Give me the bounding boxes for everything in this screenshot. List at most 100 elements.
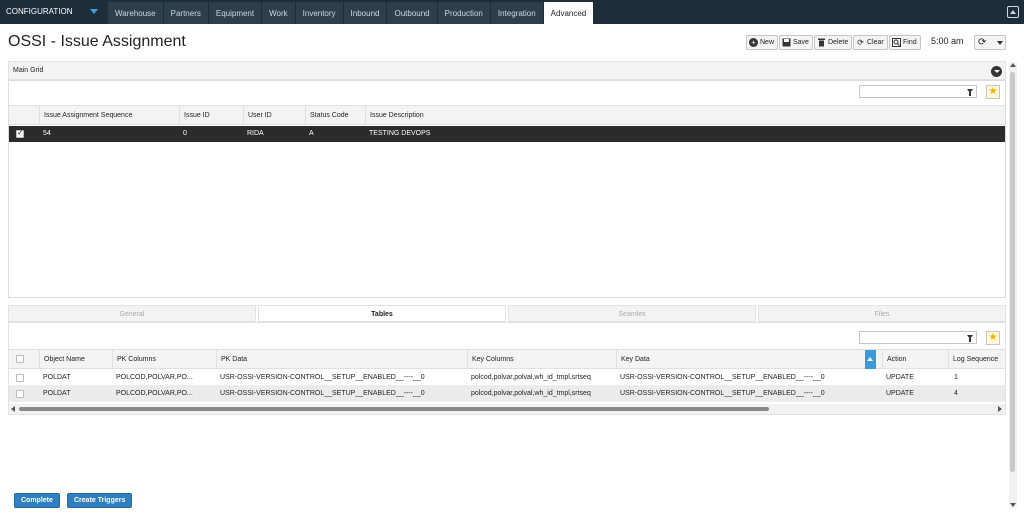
main-grid-title: Main Grid bbox=[13, 67, 44, 74]
tab-general[interactable]: General bbox=[8, 305, 256, 322]
column-header[interactable]: Issue Description bbox=[365, 106, 1005, 125]
cell: USR-OSSI-VERSION-CONTROL__SETUP__ENABLED… bbox=[620, 390, 825, 397]
column-header[interactable]: PK Data bbox=[216, 350, 467, 369]
nav-tab-outbound[interactable]: Outbound bbox=[387, 2, 438, 24]
cell: polcod,polvar,polval,wh_id_tmpl,srtseq bbox=[471, 374, 591, 381]
nav-tab-advanced[interactable]: Advanced bbox=[543, 2, 595, 24]
scrollbar-thumb[interactable] bbox=[19, 407, 769, 411]
select-all-column-header bbox=[9, 350, 39, 369]
column-header[interactable]: Status Code bbox=[305, 106, 365, 125]
tab-tables[interactable]: Tables bbox=[258, 305, 506, 322]
chevron-down-icon[interactable] bbox=[90, 9, 98, 14]
vertical-scrollbar[interactable] bbox=[1009, 62, 1017, 508]
page-title: OSSI - Issue Assignment bbox=[8, 33, 186, 50]
column-header[interactable]: Key Data bbox=[616, 350, 865, 369]
complete-button[interactable]: Complete bbox=[14, 493, 60, 508]
main-grid-header-row: Issue Assignment Sequence Issue ID User … bbox=[9, 105, 1005, 125]
column-header[interactable]: Key Columns bbox=[467, 350, 616, 369]
cell: USR-OSSI-VERSION-CONTROL__SETUP__ENABLED… bbox=[220, 374, 425, 381]
find-button[interactable]: Find bbox=[889, 35, 921, 50]
tables-grid: ★ Object Name PK Columns PK Data Key Col… bbox=[8, 322, 1006, 415]
sort-ascending-icon[interactable] bbox=[865, 350, 876, 369]
select-all-checkbox[interactable] bbox=[16, 355, 24, 363]
detail-tabs: General Tables Seamles Files bbox=[8, 305, 1006, 322]
module-selector[interactable]: CONFIGURATION bbox=[0, 0, 106, 24]
column-header[interactable]: Log Sequence bbox=[948, 350, 1007, 369]
find-icon bbox=[892, 38, 901, 47]
tab-seamles[interactable]: Seamles bbox=[508, 305, 756, 322]
cell: 4 bbox=[954, 390, 958, 397]
nav-tab-equipment[interactable]: Equipment bbox=[208, 2, 263, 24]
cell: RIDA bbox=[247, 130, 264, 137]
create-triggers-button[interactable]: Create Triggers bbox=[67, 493, 133, 508]
nav-tab-work[interactable]: Work bbox=[262, 2, 296, 24]
column-header[interactable]: User ID bbox=[243, 106, 305, 125]
column-header[interactable]: Issue Assignment Sequence bbox=[39, 106, 179, 125]
cell: POLDAT bbox=[43, 374, 71, 381]
module-tabs: Warehouse Partners Equipment Work Invent… bbox=[108, 2, 595, 24]
filter-icon[interactable] bbox=[967, 89, 973, 96]
cell: 0 bbox=[183, 130, 187, 137]
cell: UPDATE bbox=[886, 390, 914, 397]
favorite-star-icon[interactable]: ★ bbox=[986, 85, 1000, 99]
nav-tab-integration[interactable]: Integration bbox=[490, 2, 544, 24]
cell: polcod,polvar,polval,wh_id_tmpl,srtseq bbox=[471, 390, 591, 397]
refresh-icon: ⟳ bbox=[978, 37, 987, 48]
tables-grid-filter-input[interactable] bbox=[859, 331, 977, 344]
new-button[interactable]: + New bbox=[746, 35, 779, 50]
clear-icon: ⟳ bbox=[857, 38, 864, 47]
cell: UPDATE bbox=[886, 374, 914, 381]
clear-button-label: Clear bbox=[867, 39, 884, 46]
scroll-down-icon[interactable] bbox=[1010, 503, 1016, 507]
new-button-label: New bbox=[760, 39, 775, 46]
nav-tab-partners[interactable]: Partners bbox=[163, 2, 209, 24]
main-grid: ★ Issue Assignment Sequence Issue ID Use… bbox=[8, 80, 1006, 298]
filter-icon[interactable] bbox=[967, 335, 973, 342]
tab-files[interactable]: Files bbox=[758, 305, 1006, 322]
main-grid-filter-input[interactable] bbox=[859, 85, 977, 98]
nav-tab-inventory[interactable]: Inventory bbox=[295, 2, 344, 24]
cell: USR-OSSI-VERSION-CONTROL__SETUP__ENABLED… bbox=[620, 374, 825, 381]
trash-icon bbox=[817, 38, 826, 47]
chevron-down-icon[interactable] bbox=[997, 41, 1003, 45]
nav-tab-warehouse[interactable]: Warehouse bbox=[108, 2, 164, 24]
delete-button-label: Delete bbox=[828, 39, 849, 46]
table-row[interactable]: 54 0 RIDA A TESTING DEVOPS bbox=[9, 126, 1005, 142]
scrollbar-thumb[interactable] bbox=[1010, 72, 1015, 472]
cell: TESTING DEVOPS bbox=[369, 130, 431, 137]
column-header[interactable]: Action bbox=[882, 350, 948, 369]
refresh-button[interactable]: ⟳ bbox=[974, 35, 1006, 50]
row-checkbox[interactable] bbox=[16, 374, 24, 382]
select-column-header bbox=[9, 106, 39, 125]
cell: POLDAT bbox=[43, 390, 71, 397]
nav-tab-inbound[interactable]: Inbound bbox=[343, 2, 388, 24]
clear-button[interactable]: ⟳ Clear bbox=[853, 35, 888, 50]
table-row[interactable]: POLDAT POLCOD,POLVAR,PO... USR-OSSI-VERS… bbox=[9, 370, 1005, 386]
favorite-star-icon[interactable]: ★ bbox=[986, 331, 1000, 345]
cell: POLCOD,POLVAR,PO... bbox=[116, 374, 193, 381]
cell: 54 bbox=[43, 130, 51, 137]
top-nav-bar: CONFIGURATION Warehouse Partners Equipme… bbox=[0, 0, 1024, 24]
column-header[interactable]: Issue ID bbox=[179, 106, 243, 125]
scroll-left-icon[interactable] bbox=[11, 406, 15, 412]
row-checkbox[interactable] bbox=[16, 390, 24, 398]
delete-button[interactable]: Delete bbox=[814, 35, 853, 50]
maximize-icon[interactable] bbox=[1007, 6, 1019, 18]
collapse-icon[interactable] bbox=[991, 66, 1002, 77]
cell: A bbox=[309, 130, 314, 137]
save-button-label: Save bbox=[793, 39, 809, 46]
scroll-up-icon[interactable] bbox=[1010, 63, 1016, 67]
save-icon bbox=[782, 38, 791, 47]
save-button[interactable]: Save bbox=[779, 35, 813, 50]
row-checkbox[interactable] bbox=[16, 128, 24, 138]
column-header[interactable]: Object Name bbox=[39, 350, 112, 369]
cell: 1 bbox=[954, 374, 958, 381]
cell: POLCOD,POLVAR,PO... bbox=[116, 390, 193, 397]
column-header[interactable]: PK Columns bbox=[112, 350, 216, 369]
horizontal-scrollbar[interactable] bbox=[9, 404, 1005, 414]
time-display: 5:00 am bbox=[931, 36, 964, 46]
plus-icon: + bbox=[749, 38, 758, 47]
table-row[interactable]: POLDAT POLCOD,POLVAR,PO... USR-OSSI-VERS… bbox=[9, 386, 1005, 402]
scroll-right-icon[interactable] bbox=[998, 406, 1002, 412]
nav-tab-production[interactable]: Production bbox=[437, 2, 491, 24]
